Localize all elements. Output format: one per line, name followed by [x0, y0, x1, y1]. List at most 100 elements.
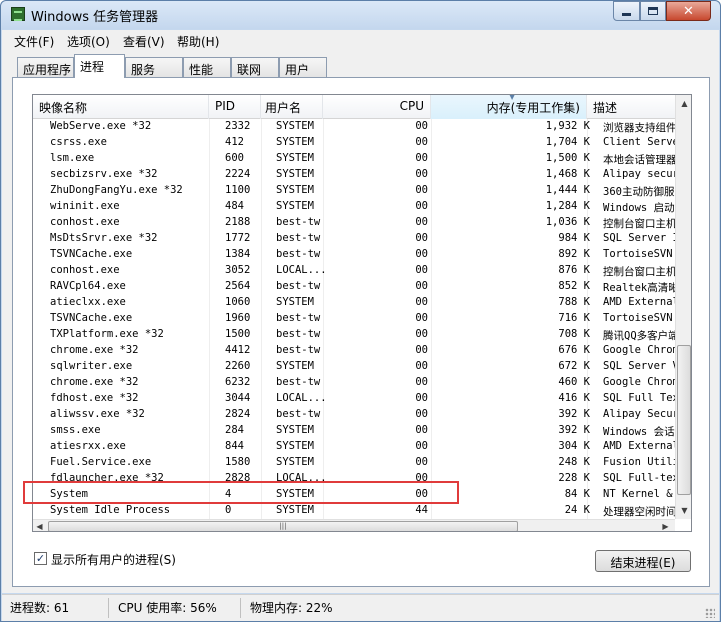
process-pid: 1500 [225, 328, 251, 340]
tab-applications[interactable]: 应用程序 [17, 57, 74, 77]
column-header-user[interactable]: 用户名 [261, 95, 323, 119]
process-row[interactable]: conhost.exe 3052 LOCAL... 00 876 K 控制台窗口主机 [33, 263, 675, 279]
process-cpu: 00 [415, 248, 428, 260]
process-row[interactable]: chrome.exe *32 6232 best-tw 00 460 K Google C… [33, 375, 675, 391]
process-user: SYSTEM [276, 136, 314, 148]
process-name: Fuel.Service.exe [50, 456, 152, 468]
process-row[interactable]: TSVNCache.exe 1384 best-tw 00 892 K TortoiseS… [33, 247, 675, 263]
scroll-up-icon[interactable]: ▲ [676, 95, 691, 112]
column-header-memory[interactable]: ▼ 内存(专用工作集) [431, 95, 587, 119]
process-row[interactable]: RAVCpl64.exe 2564 best-tw 00 852 K Realtek高清晰… [33, 279, 675, 295]
process-pid: 4412 [225, 344, 251, 356]
tab-users[interactable]: 用户 [279, 57, 327, 77]
process-row[interactable]: MsDtsSrvr.exe *32 1772 best-tw 00 984 K SQL S… [33, 231, 675, 247]
tab-processes[interactable]: 进程 [74, 54, 125, 78]
tab-networking[interactable]: 联网 [231, 57, 279, 77]
process-user: LOCAL... [276, 472, 327, 484]
process-user: SYSTEM [276, 296, 314, 308]
menu-options[interactable]: 选项(O) [67, 33, 110, 50]
process-row[interactable]: TXPlatform.exe *32 1500 best-tw 00 708 K 腾讯QQ… [33, 327, 675, 343]
process-description: SQL Full-text [603, 472, 675, 484]
column-header-pid[interactable]: PID [209, 95, 261, 119]
process-user: best-tw [276, 376, 321, 388]
scroll-right-icon[interactable]: ▶ [659, 518, 672, 531]
process-memory: 228 K [558, 472, 590, 484]
minimize-button[interactable] [613, 1, 640, 21]
process-row[interactable]: conhost.exe 2188 best-tw 00 1,036 K 控制台窗口主机 [33, 215, 675, 231]
status-physical-memory: 物理内存: 22% [250, 601, 333, 615]
process-pid: 2564 [225, 280, 251, 292]
process-row[interactable]: System 4 SYSTEM 00 84 K NT Kernel & Sy [33, 487, 675, 503]
process-row[interactable]: smss.exe 284 SYSTEM 00 392 K Windows 会话管 [33, 423, 675, 439]
process-row[interactable]: WebServe.exe *32 2332 SYSTEM 00 1,932 K 浏览器支持… [33, 119, 675, 135]
process-user: LOCAL... [276, 392, 327, 404]
process-pid: 600 [225, 152, 244, 164]
end-process-button[interactable]: 结束进程(E) [595, 550, 691, 572]
process-memory: 1,036 K [545, 216, 590, 228]
process-row[interactable]: Fuel.Service.exe 1580 SYSTEM 00 248 K Fusion … [33, 455, 675, 471]
maximize-button[interactable] [640, 1, 666, 21]
show-all-users-label[interactable]: 显示所有用户的进程(S) [51, 551, 176, 568]
process-memory: 248 K [558, 456, 590, 468]
tab-services[interactable]: 服务 [125, 57, 183, 77]
process-row[interactable]: TSVNCache.exe 1960 best-tw 00 716 K TortoiseS… [33, 311, 675, 327]
close-button[interactable]: ✕ [666, 1, 711, 21]
process-row[interactable]: secbizsrv.exe *32 2224 SYSTEM 00 1,468 K Alip… [33, 167, 675, 183]
column-header-description[interactable]: 描述 [587, 95, 675, 119]
process-description: 控制台窗口主机 [603, 266, 675, 278]
process-description: 360主动防御服务 [603, 186, 675, 198]
process-row[interactable]: atieclxx.exe 1060 SYSTEM 00 788 K AMD Externa… [33, 295, 675, 311]
menu-file[interactable]: 文件(F) [14, 33, 54, 50]
process-row[interactable]: csrss.exe 412 SYSTEM 00 1,704 K Client Server [33, 135, 675, 151]
process-cpu: 00 [415, 232, 428, 244]
vertical-scrollbar[interactable]: ▲ ▼ [675, 95, 691, 519]
column-header-memory-label: 内存(专用工作集) [486, 101, 580, 115]
process-name: MsDtsSrvr.exe *32 [50, 232, 158, 244]
resize-grip-icon[interactable] [705, 608, 715, 618]
column-header-cpu[interactable]: CPU [323, 95, 431, 119]
window-title: Windows 任务管理器 [31, 10, 159, 25]
process-name: fdhost.exe *32 [50, 392, 139, 404]
process-memory: 984 K [558, 232, 590, 244]
process-row[interactable]: lsm.exe 600 SYSTEM 00 1,500 K 本地会话管理器 [33, 151, 675, 167]
process-name: WebServe.exe *32 [50, 120, 152, 132]
process-pid: 2188 [225, 216, 251, 228]
process-row[interactable]: atiesrxx.exe 844 SYSTEM 00 304 K AMD External… [33, 439, 675, 455]
maximize-icon [648, 7, 658, 15]
process-cpu: 00 [415, 392, 428, 404]
column-header-name[interactable]: 映像名称 [33, 95, 209, 119]
scroll-down-icon[interactable]: ▼ [676, 502, 691, 519]
process-row[interactable]: wininit.exe 484 SYSTEM 00 1,284 K Windows 启动应 [33, 199, 675, 215]
process-row[interactable]: sqlwriter.exe 2260 SYSTEM 00 672 K SQL Server… [33, 359, 675, 375]
process-cpu: 00 [415, 344, 428, 356]
menu-view[interactable]: 查看(V) [123, 33, 165, 50]
process-cpu: 00 [415, 440, 428, 452]
vertical-scroll-thumb[interactable] [677, 345, 691, 495]
show-all-users-checkbox[interactable]: ✓ [34, 552, 47, 565]
process-memory: 1,704 K [545, 136, 590, 148]
horizontal-scrollbar[interactable]: ◀ ||| ▶ [33, 518, 675, 531]
scroll-left-icon[interactable]: ◀ [33, 518, 46, 531]
process-list[interactable]: 映像名称 PID 用户名 CPU ▼ 内存(专用工作集) 描述 WebServe… [32, 94, 692, 532]
process-row[interactable]: chrome.exe *32 4412 best-tw 00 676 K Google C… [33, 343, 675, 359]
process-cpu: 00 [415, 152, 428, 164]
process-row[interactable]: ZhuDongFangYu.exe *32 1100 SYSTEM 00 1,444 K… [33, 183, 675, 199]
process-row[interactable]: aliwssv.exe *32 2824 best-tw 00 392 K Alipay … [33, 407, 675, 423]
process-user: SYSTEM [276, 488, 314, 500]
status-divider [240, 598, 241, 618]
list-header: 映像名称 PID 用户名 CPU ▼ 内存(专用工作集) 描述 [33, 95, 675, 119]
process-row[interactable]: System Idle Process 0 SYSTEM 44 24 K 处理器空闲时间 [33, 503, 675, 519]
title-bar[interactable]: Windows 任务管理器 ✕ [1, 1, 720, 29]
tab-performance[interactable]: 性能 [183, 57, 231, 77]
task-manager-window: Windows 任务管理器 ✕ 文件(F) 选项(O) 查看(V) 帮助(H) … [0, 0, 721, 622]
process-row[interactable]: fdlauncher.exe *32 2828 LOCAL... 00 228 K SQL… [33, 471, 675, 487]
horizontal-scroll-thumb[interactable]: ||| [48, 521, 518, 531]
process-name: secbizsrv.exe *32 [50, 168, 158, 180]
process-cpu: 00 [415, 264, 428, 276]
process-pid: 844 [225, 440, 244, 452]
process-row[interactable]: fdhost.exe *32 3044 LOCAL... 00 416 K SQL Ful… [33, 391, 675, 407]
process-pid: 412 [225, 136, 244, 148]
menu-help[interactable]: 帮助(H) [177, 33, 219, 50]
process-memory: 416 K [558, 392, 590, 404]
process-user: best-tw [276, 232, 321, 244]
